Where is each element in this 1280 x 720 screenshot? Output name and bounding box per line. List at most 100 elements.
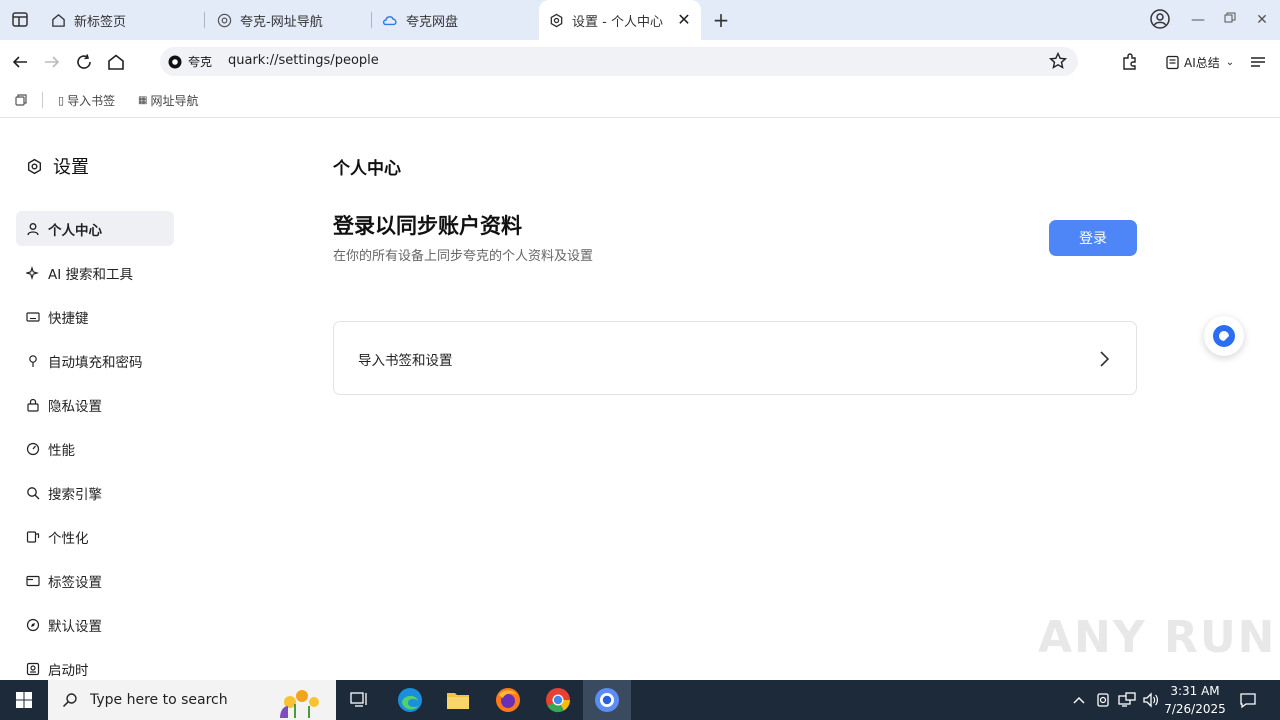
chrome-icon[interactable] bbox=[534, 680, 582, 720]
reload-icon[interactable] bbox=[72, 50, 96, 74]
brush-icon bbox=[26, 530, 40, 544]
watermark: ANY RUN bbox=[1038, 612, 1277, 663]
close-window-button[interactable]: ✕ bbox=[1250, 8, 1274, 32]
search-icon bbox=[62, 692, 78, 708]
sidebar-item-label: 标签设置 bbox=[48, 574, 102, 591]
menu-icon[interactable] bbox=[1246, 50, 1270, 74]
firefox-icon[interactable] bbox=[484, 680, 532, 720]
sidebar-item-default[interactable]: 默认设置 bbox=[16, 607, 174, 642]
gear-icon bbox=[26, 158, 43, 175]
bookmark-nav[interactable]: ▦ 网址导航 bbox=[138, 90, 198, 110]
import-bookmarks-card[interactable]: 导入书签和设置 bbox=[333, 321, 1137, 395]
sidebar-item-performance[interactable]: 性能 bbox=[16, 431, 174, 466]
sidebar-item-tabs[interactable]: 标签设置 bbox=[16, 563, 174, 598]
tab-label: 夸克网盘 bbox=[406, 14, 459, 30]
sparkle-icon bbox=[26, 265, 40, 280]
sidebar-item-ai[interactable]: AI 搜索和工具 bbox=[16, 255, 174, 290]
notifications-icon[interactable] bbox=[1236, 680, 1260, 720]
taskbar-clock[interactable]: 3:31 AM 7/26/2025 bbox=[1160, 682, 1230, 718]
flowers-icon bbox=[266, 684, 330, 718]
sidebar-item-personalize[interactable]: 个性化 bbox=[16, 519, 174, 554]
ai-summary-button[interactable]: AI总结 ⌄ bbox=[1165, 52, 1234, 72]
windows-start-icon[interactable] bbox=[0, 680, 48, 720]
chevron-down-icon: ⌄ bbox=[1225, 56, 1235, 68]
sidebar-item-label: 搜索引擎 bbox=[48, 486, 102, 503]
bookmark-import[interactable]: ▯ 导入书签 bbox=[58, 90, 115, 110]
gear-icon bbox=[548, 12, 564, 28]
close-icon[interactable]: ✕ bbox=[675, 11, 693, 29]
tray-chevron-up-icon[interactable] bbox=[1068, 680, 1090, 720]
tab-quark-drive[interactable]: 夸克网盘 bbox=[382, 0, 532, 40]
site-chip-label: 夸克 bbox=[188, 55, 213, 69]
settings-title: 设置 bbox=[26, 153, 89, 179]
tray-app-icon[interactable] bbox=[1092, 680, 1114, 720]
keyboard-icon bbox=[26, 310, 40, 324]
back-arrow-icon[interactable] bbox=[8, 50, 32, 74]
tab-groups-icon[interactable] bbox=[14, 90, 28, 110]
compass-icon bbox=[26, 618, 40, 632]
home-icon[interactable] bbox=[104, 50, 128, 74]
bookmark-star-icon[interactable] bbox=[1048, 51, 1068, 71]
settings-title-label: 设置 bbox=[53, 157, 89, 178]
network-icon[interactable] bbox=[1116, 680, 1138, 720]
quark-logo-icon bbox=[168, 55, 182, 69]
restore-button[interactable] bbox=[1218, 8, 1242, 32]
vertical-tabs-icon[interactable] bbox=[10, 9, 32, 31]
file-explorer-icon[interactable] bbox=[434, 680, 482, 720]
sidebar-item-autofill[interactable]: 自动填充和密码 bbox=[16, 343, 174, 378]
bookmarks-bar: ▯ 导入书签 ▦ 网址导航 bbox=[0, 84, 1280, 118]
sync-description: 在你的所有设备上同步夸克的个人资料及设置 bbox=[333, 249, 594, 264]
tab-new-tab[interactable]: 新标签页 bbox=[50, 0, 200, 40]
sidebar-item-shortcuts[interactable]: 快捷键 bbox=[16, 299, 174, 334]
bookmark-label: 网址导航 bbox=[150, 93, 199, 108]
minimize-button[interactable]: — bbox=[1186, 8, 1210, 32]
grid-icon: ▦ bbox=[138, 94, 148, 106]
page-title: 个人中心 bbox=[333, 159, 401, 179]
sidebar-item-label: 性能 bbox=[48, 442, 75, 459]
clock-date: 7/26/2025 bbox=[1164, 702, 1226, 716]
new-tab-button[interactable]: + bbox=[711, 10, 731, 30]
tab-strip: 新标签页 夸克-网址导航 夸克网盘 设置 - 个人中心 ✕ + — ✕ bbox=[0, 0, 1280, 40]
task-view-icon[interactable] bbox=[336, 680, 384, 720]
gauge-icon bbox=[26, 442, 40, 456]
quark-browser-icon[interactable] bbox=[583, 680, 631, 720]
tab-separator bbox=[371, 12, 372, 28]
sidebar-item-search-engine[interactable]: 搜索引擎 bbox=[16, 475, 174, 510]
tab-settings[interactable]: 设置 - 个人中心 ✕ bbox=[539, 0, 701, 40]
key-icon bbox=[26, 354, 40, 368]
home-icon bbox=[50, 12, 66, 28]
taskbar: Type here to search 3:31 AM 7/26/2025 bbox=[0, 680, 1280, 720]
search-icon bbox=[26, 486, 40, 500]
tab-separator bbox=[204, 12, 205, 28]
sync-title: 登录以同步账户资料 bbox=[333, 214, 522, 238]
url-text[interactable]: quark://settings/people bbox=[228, 53, 379, 68]
tab-quark-nav[interactable]: 夸克-网址导航 bbox=[216, 0, 366, 40]
forward-arrow-icon[interactable] bbox=[40, 50, 64, 74]
person-icon bbox=[26, 222, 40, 236]
sidebar-item-privacy[interactable]: 隐私设置 bbox=[16, 387, 174, 422]
extensions-icon[interactable] bbox=[1118, 50, 1142, 74]
sidebar-item-people[interactable]: 个人中心 bbox=[16, 211, 174, 246]
edge-browser-icon[interactable] bbox=[386, 680, 434, 720]
file-icon: ▯ bbox=[58, 93, 65, 107]
taskbar-search[interactable]: Type here to search bbox=[48, 680, 336, 720]
chevron-right-icon bbox=[1096, 349, 1112, 369]
tab-label: 新标签页 bbox=[74, 14, 127, 30]
import-label: 导入书签和设置 bbox=[358, 353, 453, 369]
sidebar-item-label: 个性化 bbox=[48, 530, 89, 547]
sidebar-item-label: 隐私设置 bbox=[48, 398, 102, 415]
sidebar-item-label: AI 搜索和工具 bbox=[48, 266, 134, 283]
quark-assistant-button[interactable] bbox=[1204, 316, 1244, 356]
site-chip[interactable]: 夸克 bbox=[168, 52, 212, 71]
globe-icon bbox=[216, 12, 232, 28]
account-icon[interactable] bbox=[1148, 8, 1172, 32]
lock-icon bbox=[26, 398, 40, 412]
tab-icon bbox=[26, 574, 40, 588]
sidebar-item-label: 个人中心 bbox=[48, 222, 102, 239]
sidebar-item-label: 默认设置 bbox=[48, 618, 102, 635]
volume-icon[interactable] bbox=[1140, 680, 1162, 720]
login-button[interactable]: 登录 bbox=[1049, 220, 1137, 256]
cloud-icon bbox=[382, 12, 398, 28]
tab-label: 设置 - 个人中心 bbox=[572, 14, 663, 30]
address-bar[interactable]: 夸克 quark://settings/people bbox=[160, 47, 1078, 76]
